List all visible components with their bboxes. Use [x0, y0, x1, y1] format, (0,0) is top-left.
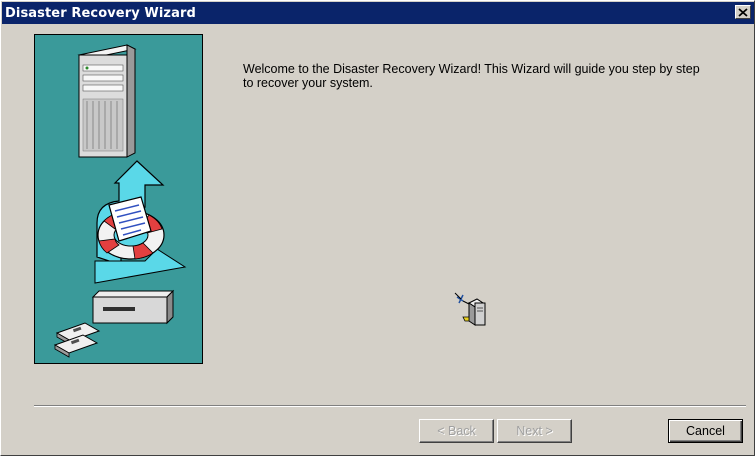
- close-icon: [738, 7, 748, 17]
- computer-network-graphic: [454, 292, 486, 326]
- server-tower-icon: [77, 44, 137, 158]
- close-button[interactable]: [735, 5, 751, 19]
- footer-separator: [34, 405, 746, 407]
- cancel-button[interactable]: Cancel: [668, 419, 743, 443]
- desktop-computer-icon: [91, 289, 175, 325]
- server-recovery-illustration: [53, 44, 187, 358]
- back-button[interactable]: < Back: [419, 419, 494, 443]
- side-illustration-panel: [34, 34, 203, 364]
- next-button[interactable]: Next >: [497, 419, 572, 443]
- window-title: Disaster Recovery Wizard: [5, 5, 196, 21]
- wizard-window: Disaster Recovery Wizard Welcome to the …: [0, 0, 755, 456]
- title-bar[interactable]: Disaster Recovery Wizard: [2, 2, 754, 24]
- welcome-text: Welcome to the Disaster Recovery Wizard!…: [243, 62, 700, 90]
- computer-network-icon: [453, 291, 491, 327]
- floppy-disks-icon: [53, 322, 101, 358]
